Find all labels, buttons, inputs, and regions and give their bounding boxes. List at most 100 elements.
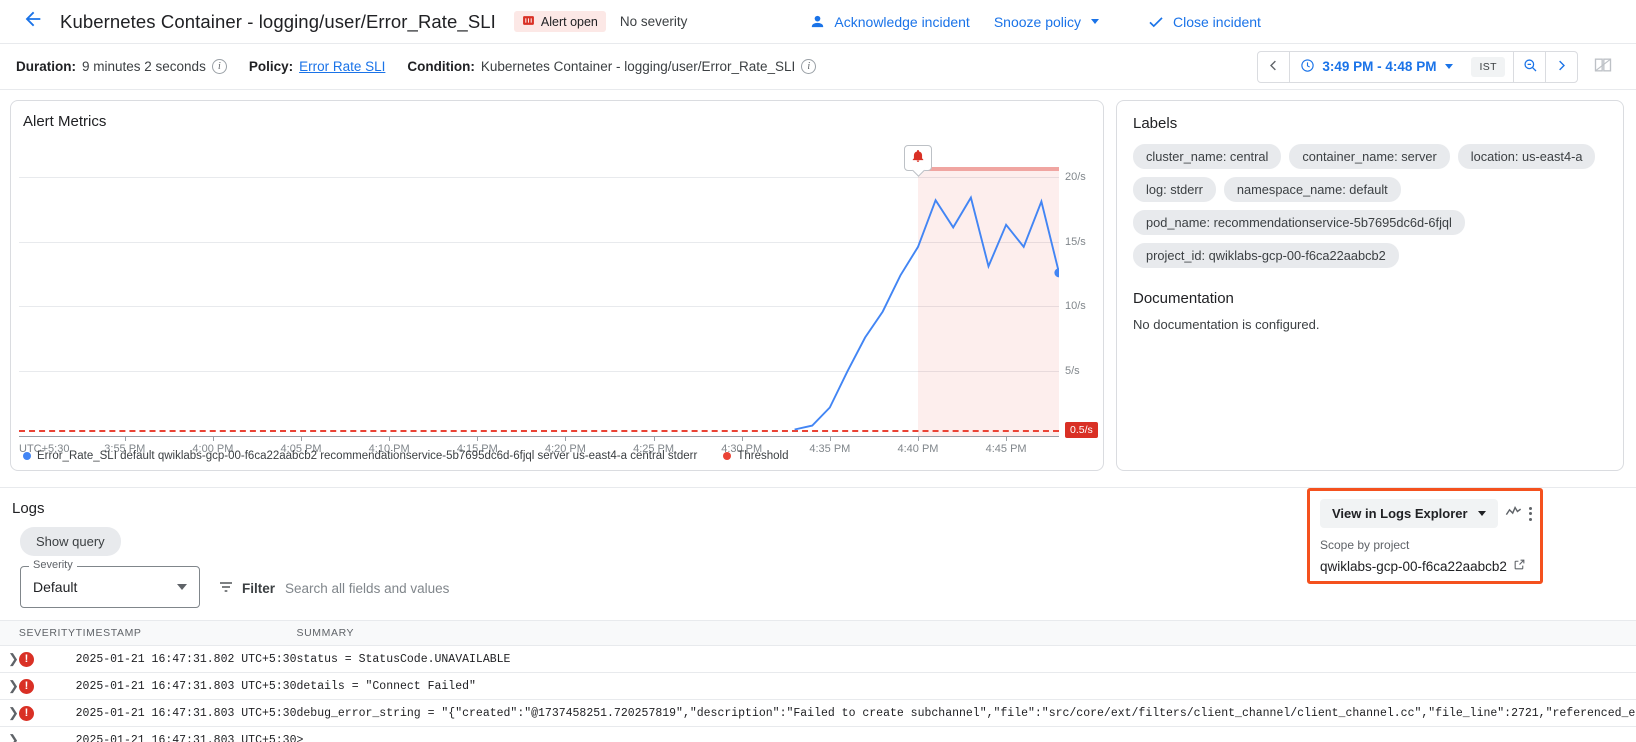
filter-icon bbox=[218, 579, 234, 598]
timestamp-cell: 2025-01-21 16:47:31.802 UTC+5:30 bbox=[75, 645, 297, 673]
table-row[interactable]: ❯! 2025-01-21 16:47:31.803 UTC+5:30 detail… bbox=[0, 672, 1636, 700]
sub-bar: Duration: 9 minutes 2 seconds i Policy: … bbox=[0, 44, 1636, 90]
arrow-left-icon bbox=[22, 8, 44, 35]
severity-cell bbox=[18, 726, 76, 742]
policy-link[interactable]: Error Rate SLI bbox=[299, 59, 385, 74]
appbar-actions: Acknowledge incident Snooze policy Close… bbox=[797, 7, 1273, 37]
next-range-button[interactable] bbox=[1545, 51, 1577, 82]
x-axis-tick bbox=[477, 436, 479, 441]
expand-row-button[interactable]: ❯ bbox=[0, 672, 19, 700]
back-button[interactable] bbox=[16, 5, 50, 39]
severity-select[interactable]: Severity Default bbox=[20, 559, 200, 608]
chevron-right-icon bbox=[1554, 58, 1569, 76]
severity-cell: ! bbox=[18, 645, 76, 673]
chevron-left-icon bbox=[1266, 58, 1281, 76]
legend-label: Error_Rate_SLI default qwiklabs-gcp-00-f… bbox=[37, 450, 698, 462]
expand-row-button[interactable]: ❯ bbox=[0, 726, 19, 742]
threshold-badge: 0.5/s bbox=[1065, 421, 1098, 438]
timestamp-cell: 2025-01-21 16:47:31.803 UTC+5:30 bbox=[75, 699, 297, 727]
duration-value: 9 minutes 2 seconds bbox=[82, 59, 206, 74]
summary-cell: status = StatusCode.UNAVAILABLE bbox=[296, 645, 1636, 673]
error-icon: ! bbox=[18, 651, 34, 667]
view-in-logs-explorer-label: View in Logs Explorer bbox=[1332, 506, 1468, 521]
logs-explorer-panel: View in Logs Explorer Scope by project q… bbox=[1307, 488, 1543, 584]
snooze-policy-button[interactable]: Snooze policy bbox=[982, 8, 1111, 36]
expand-column-header bbox=[0, 620, 19, 646]
label-chip[interactable]: cluster_name: central bbox=[1133, 144, 1282, 169]
sparkline-button[interactable] bbox=[1504, 502, 1523, 526]
severity-select-box[interactable]: Default bbox=[20, 566, 200, 608]
acknowledge-incident-button[interactable]: Acknowledge incident bbox=[797, 7, 981, 36]
info-icon[interactable]: i bbox=[211, 59, 227, 74]
summary-column-header: SUMMARY bbox=[296, 620, 1636, 646]
x-axis-tick bbox=[741, 436, 743, 441]
zoom-out-button[interactable] bbox=[1513, 51, 1545, 82]
scope-project-value: qwiklabs-gcp-00-f6ca22aabcb2 bbox=[1320, 558, 1507, 574]
y-axis-tick-label: 15/s bbox=[1065, 235, 1086, 248]
x-axis-tick bbox=[829, 436, 831, 441]
more-options-button[interactable] bbox=[1528, 506, 1532, 521]
x-axis-tick bbox=[389, 436, 391, 441]
logs-table: SEVERITY TIMESTAMP SUMMARY ❯! 2025-01-21 … bbox=[0, 620, 1636, 742]
x-axis-tick-label: 4:40 PM bbox=[897, 443, 939, 455]
status-badge-label: Alert open bbox=[540, 14, 598, 29]
chevron-right-icon: ❯ bbox=[8, 651, 19, 666]
alert-metrics-chart[interactable]: 20/s 15/s 10/s 5/s 0.5/s UTC+5:30 3:55 PM 4:00 … bbox=[19, 145, 1098, 471]
y-axis-tick-label: 20/s bbox=[1065, 170, 1086, 183]
split-pane-button[interactable] bbox=[1586, 51, 1620, 83]
condition-value: Kubernetes Container - logging/user/Erro… bbox=[480, 59, 796, 74]
view-in-logs-explorer-button[interactable]: View in Logs Explorer bbox=[1320, 499, 1498, 528]
label-chip[interactable]: namespace_name: default bbox=[1223, 177, 1401, 202]
chevron-right-icon: ❯ bbox=[8, 732, 19, 742]
close-incident-button[interactable]: Close incident bbox=[1135, 7, 1273, 37]
severity-text: No severity bbox=[619, 14, 688, 29]
time-range-selector[interactable]: 3:49 PM - 4:48 PM bbox=[1290, 52, 1463, 82]
x-axis-tick bbox=[653, 436, 655, 441]
label-chip[interactable]: log: stderr bbox=[1133, 177, 1216, 202]
summary-cell: > bbox=[296, 726, 1636, 742]
chevron-right-icon: ❯ bbox=[8, 705, 19, 720]
app-bar: Kubernetes Container - logging/user/Erro… bbox=[0, 0, 1636, 44]
logs-table-head: SEVERITY TIMESTAMP SUMMARY bbox=[0, 620, 1636, 646]
x-axis-tick bbox=[124, 436, 126, 441]
info-icon[interactable]: i bbox=[801, 59, 817, 74]
timestamp-cell: 2025-01-21 16:47:31.803 UTC+5:30 bbox=[75, 726, 297, 742]
prev-range-button[interactable] bbox=[1258, 51, 1291, 82]
x-axis-tick bbox=[212, 436, 214, 441]
documentation-text: No documentation is configured. bbox=[1133, 317, 1320, 332]
policy-label: Policy: bbox=[248, 59, 294, 74]
filter-row: Filter Search all fields and values bbox=[218, 579, 449, 608]
chevron-down-icon bbox=[1445, 64, 1454, 69]
timezone-badge[interactable]: IST bbox=[1471, 56, 1505, 77]
filter-button[interactable]: Filter bbox=[218, 579, 275, 598]
expand-row-button[interactable]: ❯ bbox=[0, 645, 19, 673]
label-chip[interactable]: container_name: server bbox=[1289, 144, 1450, 169]
policy-group: Policy: Error Rate SLI bbox=[249, 59, 386, 74]
label-chip[interactable]: location: us-east4-a bbox=[1457, 144, 1596, 169]
error-icon: ! bbox=[18, 678, 34, 694]
legend-item: Error_Rate_SLI default qwiklabs-gcp-00-f… bbox=[23, 450, 697, 462]
table-row[interactable]: ❯! 2025-01-21 16:47:31.803 UTC+5:30 debug_… bbox=[0, 699, 1636, 727]
expand-row-button[interactable]: ❯ bbox=[0, 699, 19, 727]
y-axis-tick-label: 5/s bbox=[1065, 365, 1080, 378]
person-icon bbox=[809, 13, 826, 30]
chart-series-line bbox=[794, 195, 1059, 431]
x-axis-tick-label: 4:45 PM bbox=[985, 443, 1027, 455]
table-row[interactable]: ❯! 2025-01-21 16:47:31.802 UTC+5:30 status… bbox=[0, 645, 1636, 673]
open-in-new-icon bbox=[1513, 558, 1526, 574]
acknowledge-incident-label: Acknowledge incident bbox=[834, 13, 970, 30]
x-axis bbox=[19, 436, 1059, 437]
show-query-button[interactable]: Show query bbox=[20, 527, 121, 556]
scope-project-value-row[interactable]: qwiklabs-gcp-00-f6ca22aabcb2 bbox=[1320, 558, 1530, 574]
x-axis-tick bbox=[565, 436, 567, 441]
label-chip[interactable]: project_id: qwiklabs-gcp-00-f6ca22aabcb2 bbox=[1133, 243, 1399, 268]
summary-cell: debug_error_string = "{"created":"@17374… bbox=[296, 699, 1636, 727]
table-row[interactable]: ❯ 2025-01-21 16:47:31.803 UTC+5:30 > bbox=[0, 726, 1636, 742]
search-input[interactable]: Search all fields and values bbox=[285, 581, 449, 596]
sparkline-icon bbox=[1504, 502, 1523, 526]
duration-label: Duration: bbox=[16, 59, 76, 74]
filter-label: Filter bbox=[242, 581, 276, 596]
status-badge: Alert open bbox=[513, 11, 606, 32]
summary-cell: details = "Connect Failed" bbox=[296, 672, 1636, 700]
label-chip[interactable]: pod_name: recommendationservice-5b7695dc… bbox=[1133, 210, 1465, 235]
